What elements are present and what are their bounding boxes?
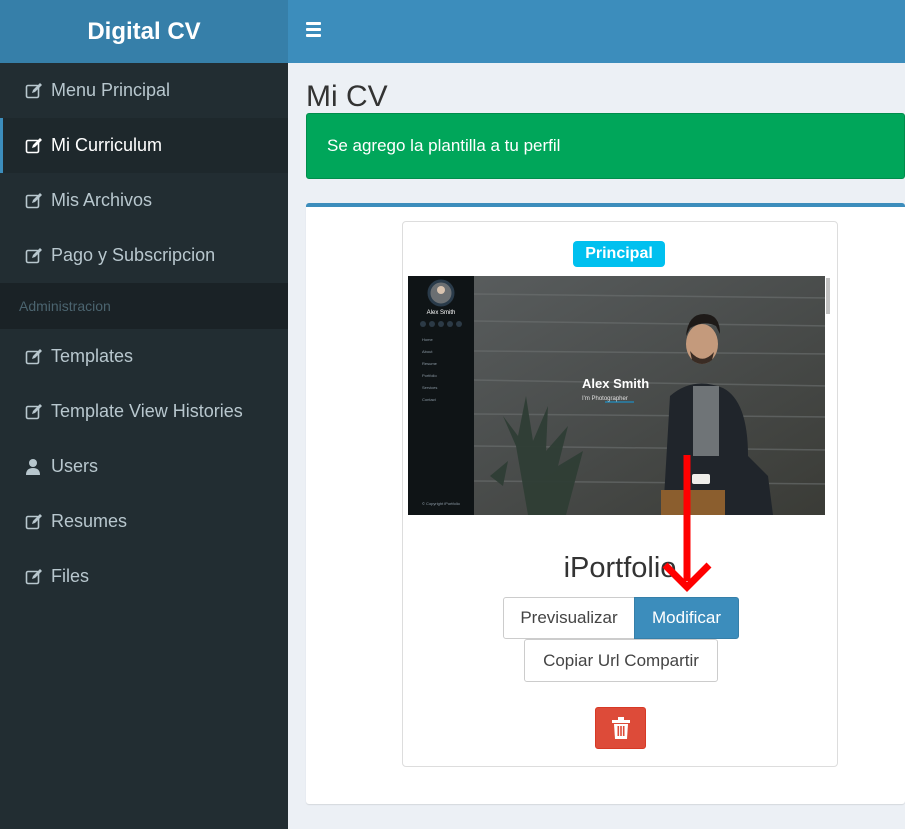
sidebar-item-label: Mi Curriculum (51, 135, 163, 155)
principal-badge: Principal (573, 241, 665, 267)
sidebar-item-label: Menu Principal (51, 80, 171, 100)
sidebar: Menu Principal Mi Curriculum Mis Archivo… (0, 63, 288, 829)
sidebar-item-label: Users (51, 456, 99, 476)
sidebar-item-menu-principal[interactable]: Menu Principal (0, 63, 288, 118)
success-alert: Se agrego la plantilla a tu perfil (306, 113, 905, 179)
preview-menu-item: Portfolio (422, 373, 437, 378)
sidebar-item-mis-archivos[interactable]: Mis Archivos (0, 173, 288, 228)
preview-menu-item: Services (422, 385, 437, 390)
preview-sidebar-name: Alex Smith (427, 310, 456, 316)
preview-footer: © Copyright iPortfolio (422, 501, 461, 506)
trash-icon (611, 717, 630, 739)
sidebar-item-template-view-histories[interactable]: Template View Histories (0, 384, 288, 439)
edit-icon (25, 192, 43, 210)
modify-button[interactable]: Modificar (634, 597, 739, 639)
template-card: Principal Alex Smith Home About Resume P… (402, 221, 838, 767)
sidebar-item-templates[interactable]: Templates (0, 329, 288, 384)
sidebar-item-label: Files (51, 566, 90, 586)
sidebar-section-header: Administracion (0, 283, 288, 329)
sidebar-item-label: Mis Archivos (51, 190, 153, 210)
user-icon (25, 458, 43, 476)
sidebar-item-files[interactable]: Files (0, 549, 288, 604)
alert-text: Se agrego la plantilla a tu perfil (327, 136, 561, 155)
preview-svg: Alex Smith Home About Resume Portfolio S… (408, 276, 831, 515)
edit-icon (25, 403, 43, 421)
edit-icon (25, 247, 43, 265)
app-title: Digital CV (87, 17, 201, 45)
edit-icon (25, 137, 43, 155)
content-box: Principal Alex Smith Home About Resume P… (306, 203, 905, 804)
sidebar-item-pago-subscripcion[interactable]: Pago y Subscripcion (0, 228, 288, 283)
preview-hero-subtitle: I'm Photographer (582, 396, 628, 402)
sidebar-item-label: Resumes (51, 511, 128, 531)
sidebar-item-mi-curriculum[interactable]: Mi Curriculum (0, 118, 288, 173)
top-navbar (288, 0, 905, 63)
page-title: Mi CV (306, 80, 388, 113)
template-preview-image[interactable]: Alex Smith Home About Resume Portfolio S… (408, 276, 831, 515)
sidebar-item-label: Templates (51, 346, 134, 366)
sidebar-item-label: Template View Histories (51, 401, 243, 421)
preview-button[interactable]: Previsualizar (503, 597, 635, 639)
sidebar-item-label: Pago y Subscripcion (51, 245, 216, 265)
app-logo[interactable]: Digital CV (0, 0, 288, 63)
delete-button[interactable] (595, 707, 646, 749)
preview-menu-item: About (422, 349, 433, 354)
sidebar-item-resumes[interactable]: Resumes (0, 494, 288, 549)
preview-hero-name: Alex Smith (582, 376, 649, 391)
menu-toggle-icon[interactable] (306, 22, 322, 40)
preview-menu-item: Resume (422, 361, 438, 366)
sidebar-item-users[interactable]: Users (0, 439, 288, 494)
edit-icon (25, 82, 43, 100)
preview-menu-item: Contact (422, 397, 437, 402)
edit-icon (25, 513, 43, 531)
edit-icon (25, 568, 43, 586)
preview-menu-item: Home (422, 337, 433, 342)
template-name: iPortfolio (563, 552, 677, 584)
edit-icon (25, 348, 43, 366)
copy-share-url-button[interactable]: Copiar Url Compartir (524, 639, 718, 682)
